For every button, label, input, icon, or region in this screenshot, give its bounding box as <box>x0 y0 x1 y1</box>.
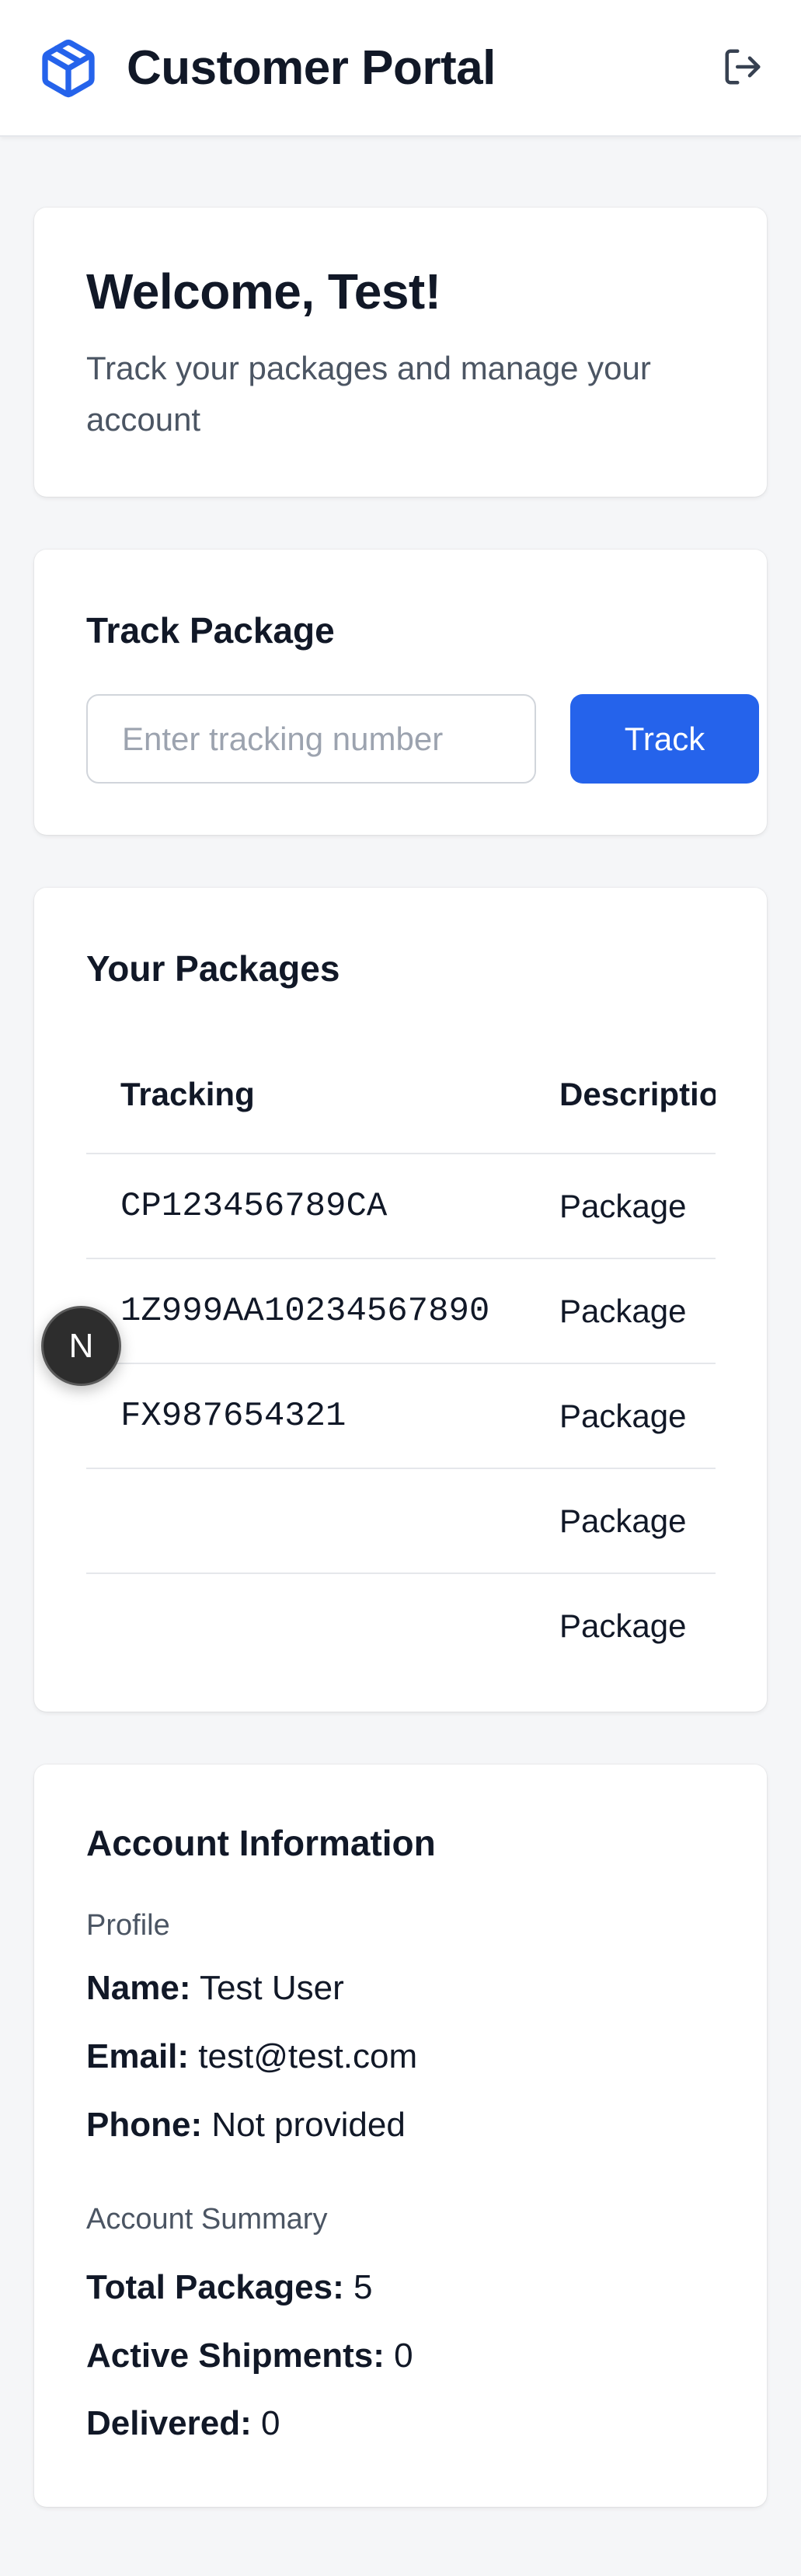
logout-icon <box>722 46 764 92</box>
tracking-cell: FX987654321 <box>86 1363 525 1469</box>
tracking-cell <box>86 1573 525 1665</box>
delivered-value: 0 <box>261 2404 280 2442</box>
profile-name: Name: Test User <box>86 1965 344 2012</box>
name-label: Name: <box>86 1969 191 2007</box>
table-row[interactable]: FX987654321 Package <box>86 1363 716 1469</box>
floating-n-badge[interactable]: N <box>41 1306 121 1386</box>
tracking-cell: CP123456789CA <box>86 1154 525 1259</box>
delivered-label: Delivered: <box>86 2404 252 2442</box>
your-packages-card: Your Packages Tracking Description CP123… <box>34 888 767 1712</box>
table-row[interactable]: 1Z999AA10234567890 Package <box>86 1258 716 1364</box>
table-header-row: Tracking Description <box>86 1035 716 1154</box>
summary-delivered: Delivered: 0 <box>86 2400 280 2447</box>
table-row[interactable]: Package <box>86 1573 716 1665</box>
table-row[interactable]: Package <box>86 1468 716 1574</box>
description-cell: Package <box>525 1258 716 1364</box>
email-value: test@test.com <box>198 2037 418 2075</box>
app-title: Customer Portal <box>127 41 496 95</box>
name-value: Test User <box>199 1969 344 2007</box>
active-shipments-label: Active Shipments: <box>86 2337 385 2375</box>
account-title: Account Information <box>86 1823 436 1863</box>
welcome-title: Welcome, Test! <box>86 264 441 319</box>
welcome-card: Welcome, Test! Track your packages and m… <box>34 208 767 497</box>
packages-table: Tracking Description CP123456789CA Packa… <box>86 1035 716 1665</box>
logout-button[interactable] <box>718 44 768 93</box>
tracking-number-input[interactable] <box>86 694 536 784</box>
phone-value: Not provided <box>211 2106 406 2144</box>
phone-label: Phone: <box>86 2106 203 2144</box>
tracking-cell <box>86 1468 525 1574</box>
packages-table-scroll[interactable]: Tracking Description CP123456789CA Packa… <box>86 1035 716 1665</box>
tracking-cell: 1Z999AA10234567890 <box>86 1258 525 1364</box>
total-packages-label: Total Packages: <box>86 2268 344 2306</box>
column-header-tracking: Tracking <box>86 1035 525 1154</box>
description-cell: Package <box>525 1468 716 1574</box>
app-header: Customer Portal <box>0 0 801 137</box>
table-row[interactable]: CP123456789CA Package <box>86 1154 716 1259</box>
profile-phone: Phone: Not provided <box>86 2102 406 2148</box>
active-shipments-value: 0 <box>394 2337 413 2375</box>
packages-title: Your Packages <box>86 948 340 989</box>
summary-total-packages: Total Packages: 5 <box>86 2264 372 2311</box>
total-packages-value: 5 <box>353 2268 373 2306</box>
package-cube-icon <box>37 37 99 100</box>
track-package-card: Track Package Track <box>34 550 767 835</box>
welcome-subtitle: Track your packages and manage your acco… <box>86 350 651 438</box>
account-summary-heading: Account Summary <box>86 2203 328 2236</box>
column-header-description: Description <box>525 1035 716 1154</box>
profile-heading: Profile <box>86 1909 170 1942</box>
description-cell: Package <box>525 1154 716 1259</box>
description-cell: Package <box>525 1573 716 1665</box>
track-button[interactable]: Track <box>570 694 759 784</box>
description-cell: Package <box>525 1363 716 1469</box>
profile-email: Email: test@test.com <box>86 2033 417 2080</box>
track-package-title: Track Package <box>86 610 335 651</box>
email-label: Email: <box>86 2037 190 2075</box>
summary-active-shipments: Active Shipments: 0 <box>86 2333 413 2379</box>
account-information-card: Account Information Profile Name: Test U… <box>34 1764 767 2507</box>
